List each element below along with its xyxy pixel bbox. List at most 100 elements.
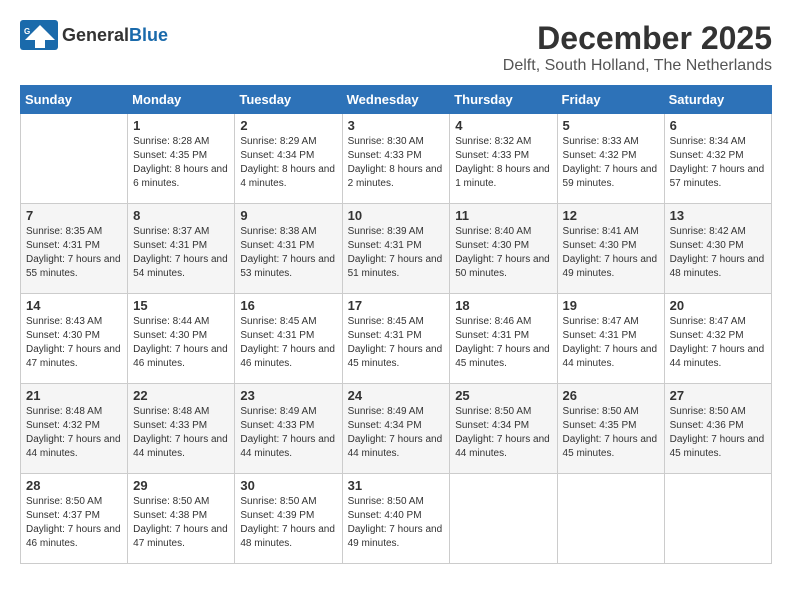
- cell-info: Sunrise: 8:50 AMSunset: 4:36 PMDaylight:…: [670, 405, 766, 461]
- calendar-cell: 12Sunrise: 8:41 AMSunset: 4:30 PMDayligh…: [557, 204, 664, 294]
- cell-daylight: Daylight: 7 hours and 46 minutes.: [240, 343, 336, 371]
- cell-sunset: Sunset: 4:35 PM: [133, 149, 229, 163]
- cell-sunrise: Sunrise: 8:38 AM: [240, 225, 336, 239]
- cell-sunrise: Sunrise: 8:39 AM: [348, 225, 445, 239]
- cell-sunrise: Sunrise: 8:44 AM: [133, 315, 229, 329]
- cell-info: Sunrise: 8:43 AMSunset: 4:30 PMDaylight:…: [26, 315, 122, 371]
- location-title: Delft, South Holland, The Netherlands: [503, 57, 772, 75]
- cell-info: Sunrise: 8:30 AMSunset: 4:33 PMDaylight:…: [348, 135, 445, 191]
- calendar-cell: [664, 474, 771, 564]
- calendar-cell: 16Sunrise: 8:45 AMSunset: 4:31 PMDayligh…: [235, 294, 342, 384]
- calendar-week-row: 7Sunrise: 8:35 AMSunset: 4:31 PMDaylight…: [21, 204, 772, 294]
- cell-sunset: Sunset: 4:31 PM: [240, 239, 336, 253]
- calendar-cell: 18 Sunrise: 8:46 AMSunset: 4:31 PMDayligh…: [450, 294, 557, 384]
- calendar-cell: 23Sunrise: 8:49 AMSunset: 4:33 PMDayligh…: [235, 384, 342, 474]
- cell-sunset: Sunset: 4:33 PM: [240, 419, 336, 433]
- calendar-week-row: 1Sunrise: 8:28 AMSunset: 4:35 PMDaylight…: [21, 114, 772, 204]
- cell-sunset: Sunset: 4:39 PM: [240, 509, 336, 523]
- cell-day-number: 29: [133, 478, 229, 493]
- cell-sunrise: Sunrise: 8:45 AM: [348, 315, 445, 329]
- cell-daylight: Daylight: 7 hours and 46 minutes.: [133, 343, 229, 371]
- cell-day-number: 1: [133, 118, 229, 133]
- cell-daylight: Daylight: 7 hours and 51 minutes.: [348, 253, 445, 281]
- cell-sunset: Sunset: 4:31 PM: [348, 239, 445, 253]
- cell-sunrise: Sunrise: 8:33 AM: [563, 135, 659, 149]
- cell-info: Sunrise: 8:50 AMSunset: 4:38 PMDaylight:…: [133, 495, 229, 551]
- cell-info: Sunrise: 8:41 AMSunset: 4:30 PMDaylight:…: [563, 225, 659, 281]
- cell-day-number: 9: [240, 208, 336, 223]
- cell-info: Sunrise: 8:49 AMSunset: 4:34 PMDaylight:…: [348, 405, 445, 461]
- cell-sunset: Sunset: 4:32 PM: [670, 329, 766, 343]
- calendar-week-row: 14Sunrise: 8:43 AMSunset: 4:30 PMDayligh…: [21, 294, 772, 384]
- cell-day-number: 15: [133, 298, 229, 313]
- cell-info: Sunrise: 8:29 AMSunset: 4:34 PMDaylight:…: [240, 135, 336, 191]
- cell-daylight: Daylight: 7 hours and 55 minutes.: [26, 253, 122, 281]
- calendar-cell: 10 Sunrise: 8:39 AMSunset: 4:31 PMDayligh…: [342, 204, 450, 294]
- logo-icon: G: [20, 20, 58, 50]
- cell-daylight: Daylight: 8 hours and 1 minute.: [455, 163, 551, 191]
- cell-daylight: Daylight: 7 hours and 47 minutes.: [133, 523, 229, 551]
- cell-info: Sunrise: 8:46 AMSunset: 4:31 PMDaylight:…: [455, 315, 551, 371]
- cell-daylight: Daylight: 7 hours and 47 minutes.: [26, 343, 122, 371]
- cell-sunrise: Sunrise: 8:42 AM: [670, 225, 766, 239]
- calendar-header-friday: Friday: [557, 86, 664, 114]
- cell-sunset: Sunset: 4:33 PM: [455, 149, 551, 163]
- cell-day-number: 18: [455, 298, 551, 313]
- cell-info: Sunrise: 8:48 AMSunset: 4:33 PMDaylight:…: [133, 405, 229, 461]
- calendar-cell: 11Sunrise: 8:40 AMSunset: 4:30 PMDayligh…: [450, 204, 557, 294]
- cell-info: Sunrise: 8:40 AMSunset: 4:30 PMDaylight:…: [455, 225, 551, 281]
- cell-sunset: Sunset: 4:30 PM: [670, 239, 766, 253]
- cell-sunrise: Sunrise: 8:29 AM: [240, 135, 336, 149]
- cell-sunrise: Sunrise: 8:50 AM: [348, 495, 445, 509]
- calendar-cell: 15Sunrise: 8:44 AMSunset: 4:30 PMDayligh…: [128, 294, 235, 384]
- cell-daylight: Daylight: 7 hours and 45 minutes.: [670, 433, 766, 461]
- cell-sunset: Sunset: 4:32 PM: [563, 149, 659, 163]
- calendar-header-wednesday: Wednesday: [342, 86, 450, 114]
- calendar-cell: 25Sunrise: 8:50 AMSunset: 4:34 PMDayligh…: [450, 384, 557, 474]
- cell-sunrise: Sunrise: 8:47 AM: [670, 315, 766, 329]
- cell-day-number: 23: [240, 388, 336, 403]
- cell-sunrise: Sunrise: 8:34 AM: [670, 135, 766, 149]
- cell-daylight: Daylight: 7 hours and 50 minutes.: [455, 253, 551, 281]
- calendar-cell: 20Sunrise: 8:47 AMSunset: 4:32 PMDayligh…: [664, 294, 771, 384]
- cell-info: Sunrise: 8:47 AMSunset: 4:32 PMDaylight:…: [670, 315, 766, 371]
- cell-daylight: Daylight: 7 hours and 49 minutes.: [348, 523, 445, 551]
- cell-sunrise: Sunrise: 8:50 AM: [26, 495, 122, 509]
- cell-sunset: Sunset: 4:33 PM: [348, 149, 445, 163]
- cell-day-number: 2: [240, 118, 336, 133]
- cell-info: Sunrise: 8:48 AMSunset: 4:32 PMDaylight:…: [26, 405, 122, 461]
- cell-info: Sunrise: 8:50 AMSunset: 4:37 PMDaylight:…: [26, 495, 122, 551]
- cell-daylight: Daylight: 7 hours and 48 minutes.: [670, 253, 766, 281]
- cell-info: Sunrise: 8:50 AMSunset: 4:34 PMDaylight:…: [455, 405, 551, 461]
- calendar-cell: 1Sunrise: 8:28 AMSunset: 4:35 PMDaylight…: [128, 114, 235, 204]
- cell-daylight: Daylight: 7 hours and 45 minutes.: [455, 343, 551, 371]
- cell-info: Sunrise: 8:42 AMSunset: 4:30 PMDaylight:…: [670, 225, 766, 281]
- cell-daylight: Daylight: 7 hours and 44 minutes.: [26, 433, 122, 461]
- cell-day-number: 7: [26, 208, 122, 223]
- calendar-cell: 30Sunrise: 8:50 AMSunset: 4:39 PMDayligh…: [235, 474, 342, 564]
- calendar-cell: 24Sunrise: 8:49 AMSunset: 4:34 PMDayligh…: [342, 384, 450, 474]
- calendar-cell: 14Sunrise: 8:43 AMSunset: 4:30 PMDayligh…: [21, 294, 128, 384]
- cell-sunrise: Sunrise: 8:32 AM: [455, 135, 551, 149]
- calendar-cell: 27Sunrise: 8:50 AMSunset: 4:36 PMDayligh…: [664, 384, 771, 474]
- calendar-cell: 26Sunrise: 8:50 AMSunset: 4:35 PMDayligh…: [557, 384, 664, 474]
- calendar-header-tuesday: Tuesday: [235, 86, 342, 114]
- cell-sunset: Sunset: 4:32 PM: [26, 419, 122, 433]
- cell-daylight: Daylight: 7 hours and 44 minutes.: [670, 343, 766, 371]
- cell-sunrise: Sunrise: 8:50 AM: [133, 495, 229, 509]
- calendar-cell: [557, 474, 664, 564]
- logo: G GeneralBlue: [20, 20, 168, 50]
- page-header: G GeneralBlue December 2025 Delft, South…: [20, 20, 772, 75]
- cell-day-number: 3: [348, 118, 445, 133]
- cell-day-number: 10: [348, 208, 445, 223]
- calendar-cell: 8Sunrise: 8:37 AMSunset: 4:31 PMDaylight…: [128, 204, 235, 294]
- calendar-week-row: 28Sunrise: 8:50 AMSunset: 4:37 PMDayligh…: [21, 474, 772, 564]
- cell-info: Sunrise: 8:45 AMSunset: 4:31 PMDaylight:…: [240, 315, 336, 371]
- cell-sunset: Sunset: 4:34 PM: [240, 149, 336, 163]
- cell-info: Sunrise: 8:32 AMSunset: 4:33 PMDaylight:…: [455, 135, 551, 191]
- cell-daylight: Daylight: 7 hours and 45 minutes.: [348, 343, 445, 371]
- cell-daylight: Daylight: 7 hours and 53 minutes.: [240, 253, 336, 281]
- cell-sunrise: Sunrise: 8:35 AM: [26, 225, 122, 239]
- calendar-cell: 7Sunrise: 8:35 AMSunset: 4:31 PMDaylight…: [21, 204, 128, 294]
- cell-info: Sunrise: 8:39 AMSunset: 4:31 PMDaylight:…: [348, 225, 445, 281]
